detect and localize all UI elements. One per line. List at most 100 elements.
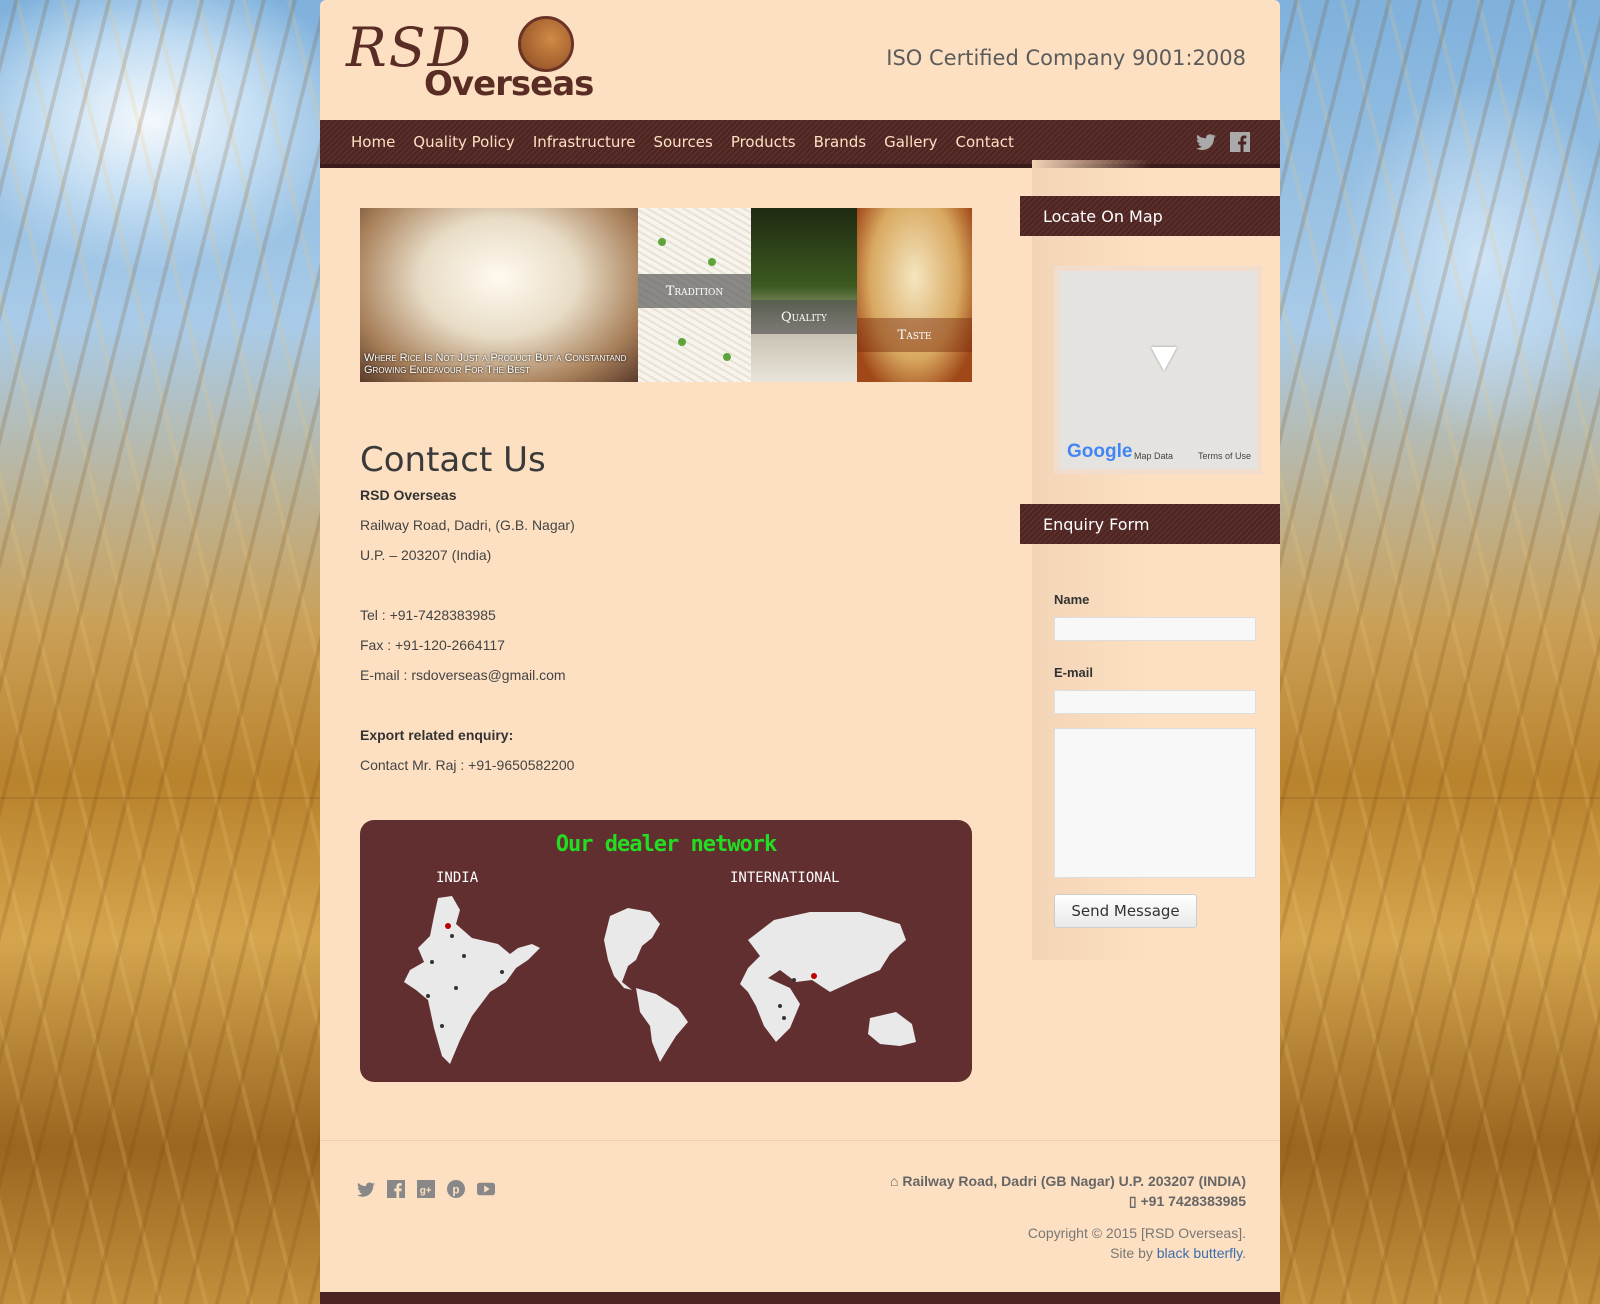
facebook-icon[interactable]	[386, 1179, 406, 1199]
terms-of-use-link[interactable]: Terms of Use	[1198, 451, 1251, 461]
nav-social	[1196, 132, 1250, 152]
contact-details: RSD Overseas Railway Road, Dadri, (G.B. …	[360, 480, 972, 780]
fax: Fax : +91-120-2664117	[360, 637, 505, 653]
pea-dot	[658, 238, 666, 246]
australia-map	[868, 1012, 916, 1046]
dealer-point	[782, 1016, 786, 1020]
dealer-point	[450, 934, 454, 938]
dealer-point	[454, 986, 458, 990]
bottom-bar	[320, 1292, 1280, 1304]
india-map	[404, 896, 540, 1064]
copyright-text: Copyright © 2015 [RSD Overseas].	[1027, 1225, 1246, 1241]
map-data-link[interactable]: Map Data	[1134, 451, 1173, 461]
footer-copyright: Copyright © 2015 [RSD Overseas]. Site by…	[1028, 1223, 1246, 1263]
footer-social: g+ p	[356, 1179, 496, 1199]
page-container: RSD Overseas ISO Certified Company 9001:…	[320, 0, 1280, 1304]
page-title: Contact Us	[360, 440, 546, 480]
address-line-1: Railway Road, Dadri, (G.B. Nagar)	[360, 517, 575, 533]
google-map[interactable]: Google Map Data Terms of Use	[1054, 266, 1262, 474]
nav-sources[interactable]: Sources	[653, 133, 712, 151]
google-plus-icon[interactable]: g+	[416, 1179, 436, 1199]
enquiry-heading: Enquiry Form	[1020, 504, 1280, 544]
google-logo: Google	[1067, 441, 1133, 462]
dealer-point	[426, 994, 430, 998]
site-by-label: Site by	[1110, 1245, 1153, 1261]
pea-dot	[723, 353, 731, 361]
nav-quality-policy[interactable]: Quality Policy	[413, 133, 515, 151]
credit-period: .	[1242, 1245, 1246, 1261]
banner-rice-sack: Where Rice Is Not Just a Product But a C…	[360, 208, 638, 382]
svg-text:p: p	[452, 1184, 459, 1197]
site-logo[interactable]: RSD Overseas	[344, 10, 594, 104]
dealer-network: Our dealer network INDIA INTERNATIONAL	[360, 820, 972, 1082]
south-america-map	[636, 988, 688, 1062]
twitter-icon[interactable]	[356, 1179, 376, 1199]
dealer-point	[778, 1004, 782, 1008]
pea-dot	[708, 258, 716, 266]
site-header: RSD Overseas ISO Certified Company 9001:…	[320, 0, 1280, 120]
youtube-icon[interactable]	[476, 1179, 496, 1199]
dealer-point-hq	[445, 923, 451, 929]
dealer-point-intl	[811, 973, 817, 979]
dealer-maps	[404, 896, 916, 1064]
footer-address-row: ⌂ Railway Road, Dadri (GB Nagar) U.P. 20…	[890, 1171, 1246, 1191]
nav-products[interactable]: Products	[731, 133, 796, 151]
telephone: Tel : +91-7428383985	[360, 607, 496, 623]
dealer-point	[440, 1024, 444, 1028]
banner-caption: Where Rice Is Not Just a Product But a C…	[364, 352, 627, 376]
message-textarea[interactable]	[1054, 728, 1256, 878]
email-input[interactable]	[1054, 690, 1256, 714]
name-label: Name	[1054, 592, 1090, 607]
enquiry-form: Name E-mail Send Message	[1020, 544, 1280, 928]
footer-phone-row: ▯ +91 7428383985	[890, 1191, 1246, 1211]
map-heading: Locate On Map	[1020, 196, 1280, 236]
banner-tile-quality: Quality	[751, 208, 857, 382]
tile-label-quality: Quality	[751, 300, 857, 334]
footer-phone: +91 7428383985	[1140, 1193, 1247, 1209]
email-label: E-mail	[1054, 665, 1094, 680]
home-icon: ⌂	[890, 1173, 903, 1189]
send-message-button[interactable]: Send Message	[1054, 894, 1197, 928]
name-input[interactable]	[1054, 617, 1256, 641]
export-label: Export related enquiry:	[360, 727, 514, 743]
email: E-mail : rsdoverseas@gmail.com	[360, 667, 566, 683]
nav-infrastructure[interactable]: Infrastructure	[533, 133, 636, 151]
address-line-2: U.P. – 203207 (India)	[360, 547, 492, 563]
twitter-icon[interactable]	[1196, 132, 1216, 152]
designer-link[interactable]: black butterfly	[1157, 1245, 1242, 1261]
pea-dot	[678, 338, 686, 346]
main-content: Where Rice Is Not Just a Product But a C…	[360, 208, 972, 1082]
mobile-icon: ▯	[1128, 1193, 1141, 1209]
dealer-point	[500, 970, 504, 974]
iso-certification: ISO Certified Company 9001:2008	[886, 46, 1246, 70]
footer-address-block: ⌂ Railway Road, Dadri (GB Nagar) U.P. 20…	[890, 1171, 1246, 1211]
dealer-point	[430, 960, 434, 964]
hero-banner: Where Rice Is Not Just a Product But a C…	[360, 208, 972, 382]
svg-text:g+: g+	[420, 1186, 432, 1197]
company-name: RSD Overseas	[360, 487, 457, 503]
export-contact: Contact Mr. Raj : +91-9650582200	[360, 757, 575, 773]
nav-home[interactable]: Home	[351, 133, 395, 151]
logo-subtext: Overseas	[424, 64, 594, 104]
sidebar: Locate On Map Google Map Data Terms of U…	[1020, 196, 1280, 928]
background-right	[1280, 0, 1600, 1304]
banner-tile-tradition: Tradition	[638, 208, 751, 382]
north-america-map	[604, 908, 660, 990]
nav-contact[interactable]: Contact	[956, 133, 1014, 151]
banner-tile-taste: Taste	[857, 208, 972, 382]
tile-label-taste: Taste	[857, 318, 972, 352]
map-marker-icon[interactable]	[1151, 347, 1177, 371]
site-credit: Site by black butterfly.	[1028, 1243, 1246, 1263]
pinterest-icon[interactable]: p	[446, 1179, 466, 1199]
dealer-point	[792, 978, 796, 982]
tile-label-tradition: Tradition	[638, 274, 751, 308]
footer-address: Railway Road, Dadri (GB Nagar) U.P. 2032…	[902, 1173, 1246, 1189]
nav-brands[interactable]: Brands	[814, 133, 867, 151]
facebook-icon[interactable]	[1230, 132, 1250, 152]
nav-gallery[interactable]: Gallery	[884, 133, 937, 151]
background-left	[0, 0, 320, 1304]
site-footer: g+ p ⌂ Railway Road, Dadri (GB Nagar) U.…	[320, 1140, 1280, 1280]
dealer-point	[462, 954, 466, 958]
